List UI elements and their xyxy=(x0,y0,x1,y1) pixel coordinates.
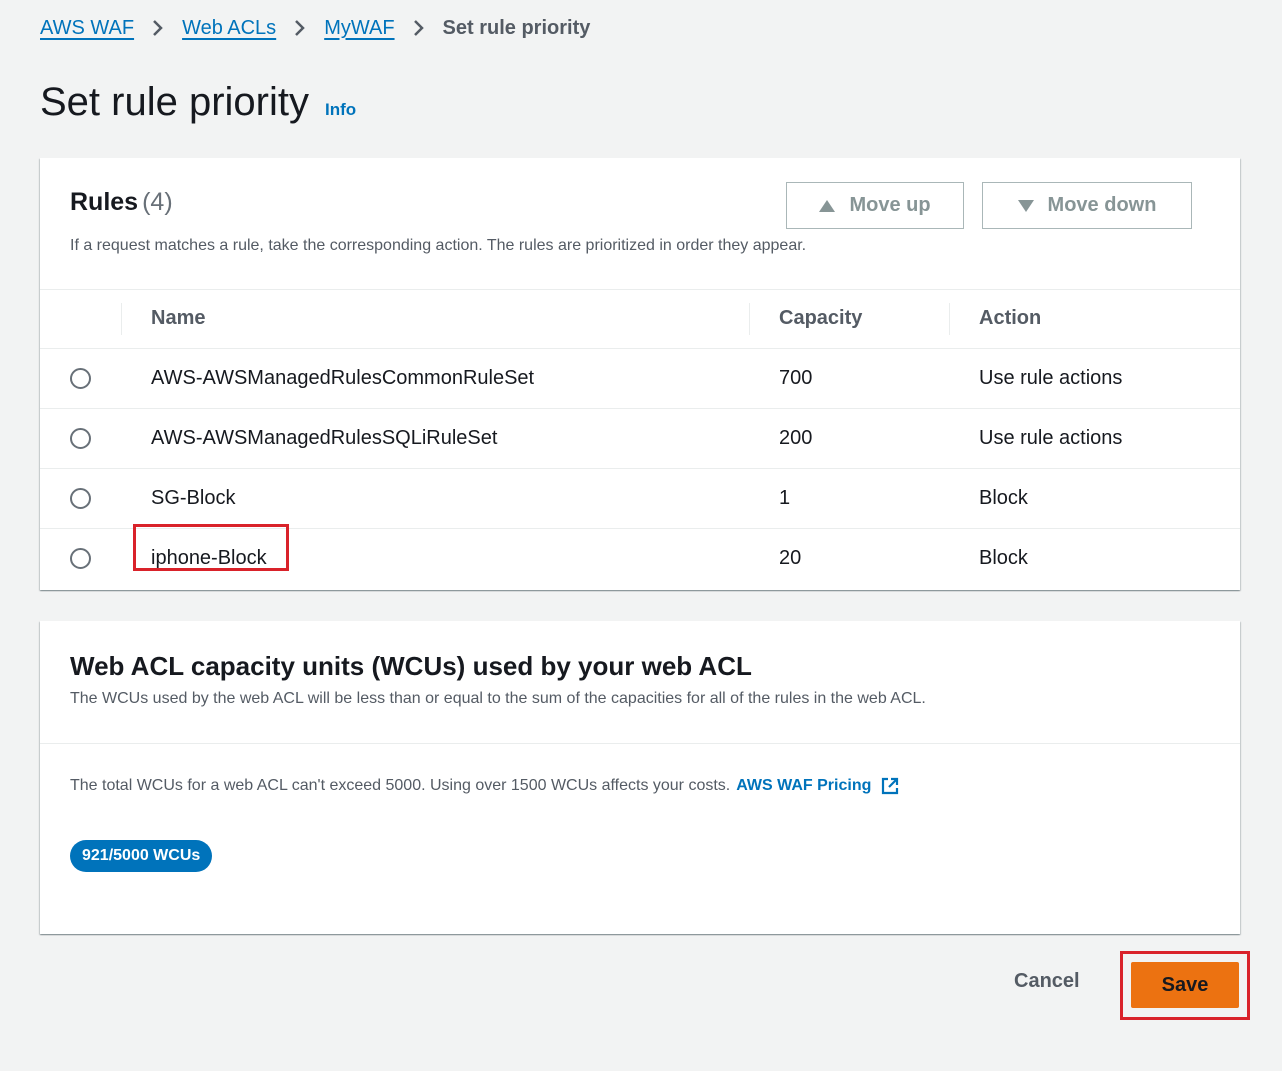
column-header-name: Name xyxy=(121,290,749,349)
rule-capacity: 200 xyxy=(749,408,949,469)
wcu-badge: 921/5000 WCUs xyxy=(70,840,213,872)
breadcrumb-mywaf[interactable]: MyWAF xyxy=(324,17,394,40)
external-link-icon[interactable] xyxy=(881,777,899,795)
rule-capacity: 20 xyxy=(779,546,802,569)
rule-radio[interactable] xyxy=(70,427,91,449)
column-header-capacity: Capacity xyxy=(749,290,949,349)
rules-title-text: Rules xyxy=(70,188,139,216)
rules-header: Rules (4) If a request matches a rule, ta… xyxy=(40,158,1240,290)
page-title: Set rule priority xyxy=(40,80,309,124)
rule-radio[interactable] xyxy=(70,367,91,389)
rule-action: Use rule actions xyxy=(949,408,1240,469)
table-row[interactable]: AWS-AWSManagedRulesCommonRuleSet 700 Use… xyxy=(40,348,1240,409)
rule-capacity: 1 xyxy=(749,468,949,529)
rule-name: AWS-AWSManagedRulesSQLiRuleSet xyxy=(121,408,749,469)
table-row[interactable]: AWS-AWSManagedRulesSQLiRuleSet 200 Use r… xyxy=(40,408,1240,469)
wcu-note: The total WCUs for a web ACL can't excee… xyxy=(70,777,899,795)
cancel-button[interactable]: Cancel xyxy=(1014,970,1080,993)
rule-action: Block xyxy=(979,546,1028,569)
wcu-description: The WCUs used by the web ACL will be les… xyxy=(70,690,926,707)
column-header-action: Action xyxy=(949,290,1240,349)
move-down-label: Move down xyxy=(1047,194,1157,216)
move-up-button[interactable]: Move up xyxy=(786,182,964,229)
chevron-right-icon xyxy=(395,17,443,40)
rule-action: Use rule actions xyxy=(949,348,1240,409)
rule-name-highlighted: iphone-Block xyxy=(133,523,289,571)
pricing-link[interactable]: AWS WAF Pricing xyxy=(736,777,871,795)
triangle-up-icon xyxy=(819,199,836,212)
wcu-header: Web ACL capacity units (WCUs) used by yo… xyxy=(40,621,1240,744)
chevron-right-icon xyxy=(276,17,324,40)
rules-title: Rules (4) xyxy=(70,188,173,217)
triangle-down-icon xyxy=(1017,199,1034,212)
move-up-label: Move up xyxy=(849,194,931,216)
rules-count: (4) xyxy=(142,188,173,216)
highlight-box xyxy=(133,523,289,571)
rule-radio[interactable] xyxy=(70,487,91,509)
table-row[interactable]: iphone-Block 20 Block xyxy=(40,523,1240,588)
breadcrumb-aws-waf[interactable]: AWS WAF xyxy=(40,17,134,40)
wcu-panel: Web ACL capacity units (WCUs) used by yo… xyxy=(40,621,1240,934)
chevron-right-icon xyxy=(134,17,182,40)
rules-panel: Rules (4) If a request matches a rule, ta… xyxy=(40,158,1240,590)
breadcrumb-current: Set rule priority xyxy=(442,16,591,39)
save-button[interactable]: Save xyxy=(1131,962,1239,1008)
breadcrumb-web-acls[interactable]: Web ACLs xyxy=(182,17,276,40)
rule-radio[interactable] xyxy=(70,547,91,569)
breadcrumb: AWS WAF Web ACLs MyWAF Set rule priority xyxy=(40,14,590,42)
rules-description: If a request matches a rule, take the co… xyxy=(70,237,807,254)
rule-name: AWS-AWSManagedRulesCommonRuleSet xyxy=(121,348,749,409)
rule-name: SG-Block xyxy=(121,468,749,529)
column-header-select xyxy=(40,290,121,349)
rule-capacity: 700 xyxy=(749,348,949,409)
move-down-button[interactable]: Move down xyxy=(982,182,1192,229)
table-row[interactable]: SG-Block 1 Block xyxy=(40,468,1240,529)
wcu-note-text: The total WCUs for a web ACL can't excee… xyxy=(70,777,731,794)
rules-table: Name Capacity Action AWS-AWSManagedRules… xyxy=(40,290,1240,588)
wcu-title: Web ACL capacity units (WCUs) used by yo… xyxy=(70,651,752,681)
table-header-row: Name Capacity Action xyxy=(40,290,1240,349)
page-header: Set rule priority Info xyxy=(40,80,356,125)
rule-action: Block xyxy=(949,468,1240,529)
info-link[interactable]: Info xyxy=(325,100,356,120)
